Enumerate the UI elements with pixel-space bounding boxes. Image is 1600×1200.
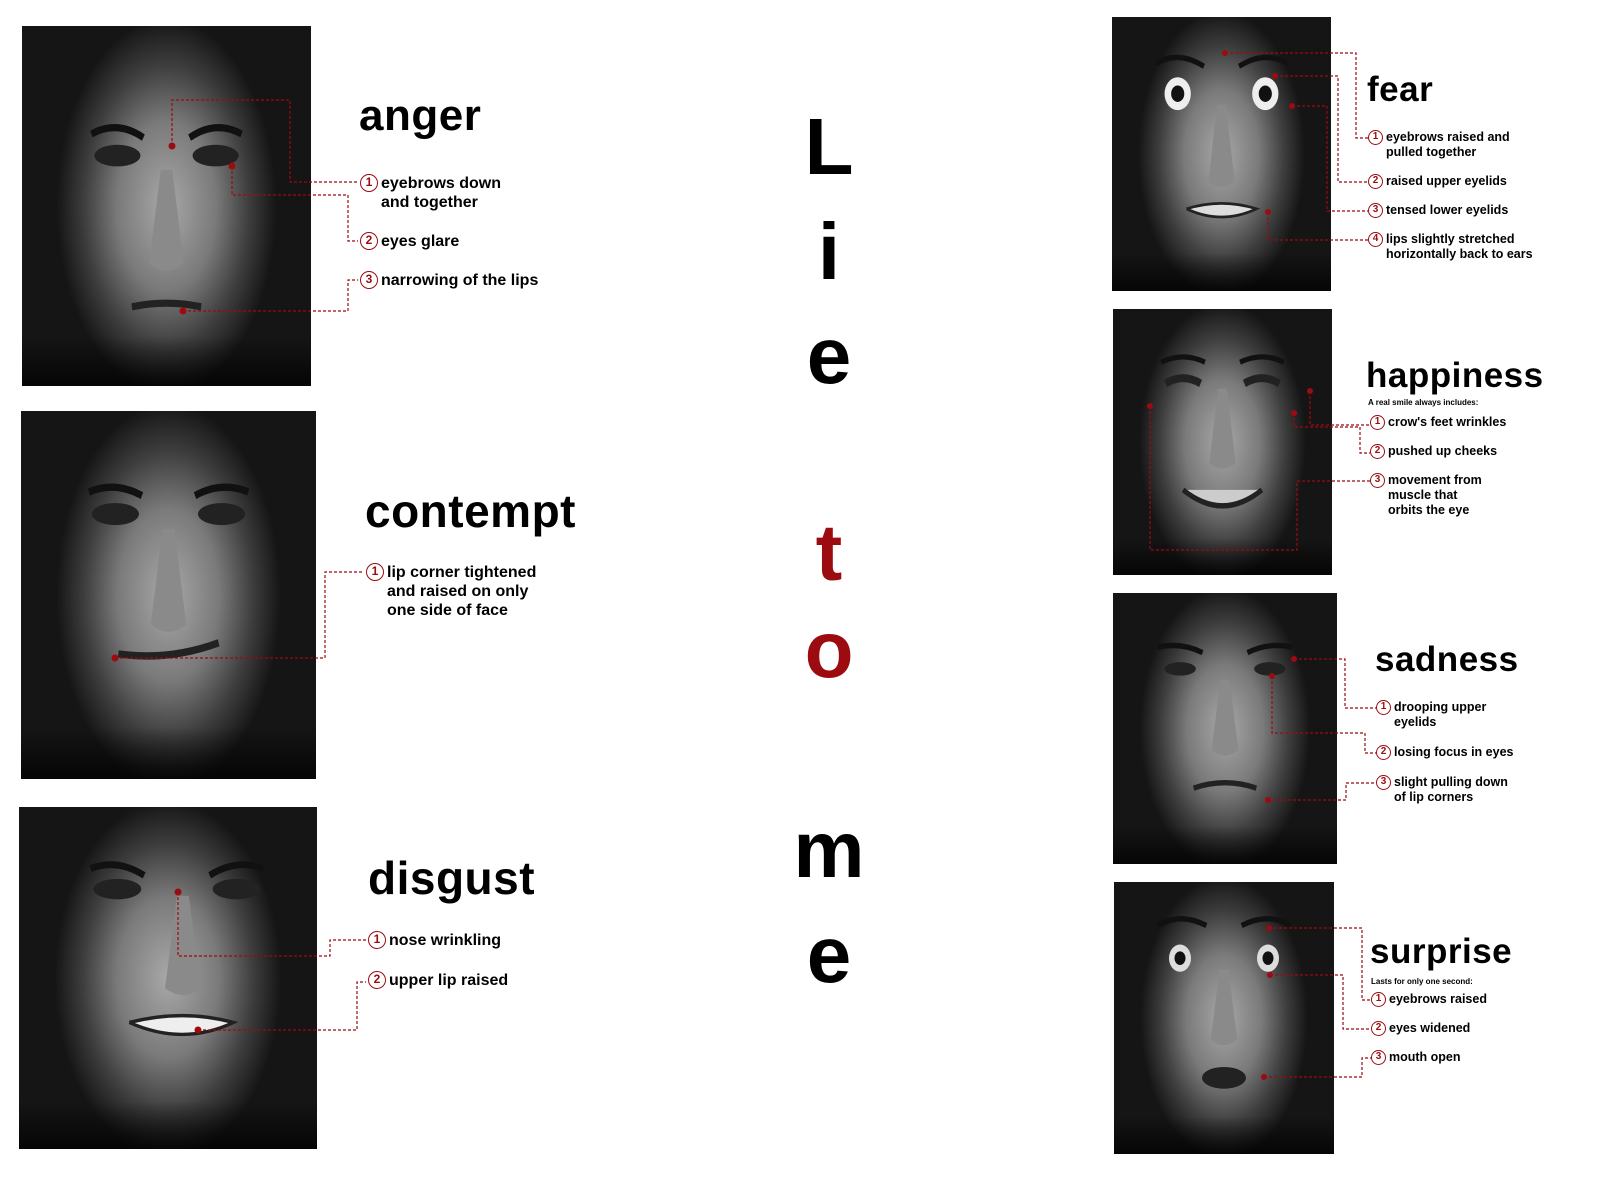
anger-item-1: 1 eyebrows down and together xyxy=(360,174,511,212)
anger-item-2: 2 eyes glare xyxy=(360,232,459,251)
fear-face-photo xyxy=(1112,17,1331,291)
number-badge: 2 xyxy=(1370,444,1385,459)
sadness-face-photo xyxy=(1113,593,1337,864)
sadness-item-1: 1 drooping upper eyelids xyxy=(1376,700,1494,730)
number-badge: 2 xyxy=(1368,174,1383,189)
number-badge: 3 xyxy=(360,271,378,289)
fear-item-3: 3 tensed lower eyelids xyxy=(1368,203,1508,218)
number-badge: 3 xyxy=(1368,203,1383,218)
number-badge: 3 xyxy=(1376,775,1391,790)
sadness-item-text: slight pulling down of lip corners xyxy=(1394,775,1508,804)
center-title-letter-e: e xyxy=(806,311,852,400)
contempt-title: contempt xyxy=(365,485,576,537)
sadness-item-3: 3 slight pulling down of lip corners xyxy=(1376,775,1514,805)
fear-item-1: 1 eyebrows raised and pulled together xyxy=(1368,130,1516,160)
number-badge: 1 xyxy=(1370,415,1385,430)
fear-item-text: raised upper eyelids xyxy=(1386,174,1507,188)
number-badge: 1 xyxy=(1376,700,1391,715)
disgust-item-text: nose wrinkling xyxy=(389,932,502,949)
happiness-item-1: 1 crow's feet wrinkles xyxy=(1370,415,1506,430)
number-badge: 1 xyxy=(368,931,386,949)
number-badge: 1 xyxy=(366,563,384,581)
number-badge: 1 xyxy=(1368,130,1383,145)
center-title-letter-t: t xyxy=(815,508,843,597)
number-badge: 2 xyxy=(1376,745,1391,760)
sadness-title: sadness xyxy=(1375,640,1519,679)
disgust-item-text: upper lip raised xyxy=(389,972,509,989)
center-title-letter-i: i xyxy=(817,207,841,296)
anger-title: anger xyxy=(359,91,482,140)
disgust-item-2: 2 upper lip raised xyxy=(368,971,508,990)
disgust-item-1: 1 nose wrinkling xyxy=(368,931,501,950)
number-badge: 1 xyxy=(1371,992,1386,1007)
disgust-title: disgust xyxy=(368,852,536,904)
sadness-item-2: 2 losing focus in eyes xyxy=(1376,745,1513,760)
contempt-item-1: 1 lip corner tightened and raised on only… xyxy=(366,563,547,621)
happiness-face-photo xyxy=(1113,309,1332,575)
surprise-item-2: 2 eyes widened xyxy=(1371,1021,1470,1036)
happiness-item-text: movement from muscle that orbits the eye xyxy=(1388,473,1482,517)
center-title-letter-o: o xyxy=(804,605,854,694)
number-badge: 3 xyxy=(1370,473,1385,488)
anger-item-3: 3 narrowing of the lips xyxy=(360,271,538,290)
surprise-item-text: eyebrows raised xyxy=(1389,992,1487,1006)
number-badge: 3 xyxy=(1371,1050,1386,1065)
surprise-item-1: 1 eyebrows raised xyxy=(1371,992,1487,1007)
center-title-letter-L: L xyxy=(804,102,854,191)
fear-item-text: tensed lower eyelids xyxy=(1386,203,1509,217)
anger-item-text: narrowing of the lips xyxy=(381,272,539,289)
surprise-item-text: mouth open xyxy=(1389,1050,1461,1064)
happiness-item-text: crow's feet wrinkles xyxy=(1388,415,1507,429)
contempt-face-photo xyxy=(21,411,316,779)
sadness-item-text: losing focus in eyes xyxy=(1394,745,1514,759)
surprise-subtitle: Lasts for only one second: xyxy=(1371,977,1473,986)
fear-title: fear xyxy=(1367,70,1434,109)
number-badge: 4 xyxy=(1368,232,1383,247)
surprise-face-photo xyxy=(1114,882,1334,1154)
number-badge: 1 xyxy=(360,174,378,192)
number-badge: 2 xyxy=(360,232,378,250)
happiness-item-2: 2 pushed up cheeks xyxy=(1370,444,1497,459)
fear-item-2: 2 raised upper eyelids xyxy=(1368,174,1507,189)
disgust-face-photo xyxy=(19,807,317,1149)
center-title-letter-m: m xyxy=(793,805,865,894)
fear-item-text: eyebrows raised and pulled together xyxy=(1386,130,1510,159)
fear-item-text: lips slightly stretched horizontally bac… xyxy=(1386,232,1533,261)
number-badge: 2 xyxy=(368,971,386,989)
number-badge: 2 xyxy=(1371,1021,1386,1036)
happiness-item-3: 3 movement from muscle that orbits the ey… xyxy=(1370,473,1488,518)
anger-item-text: eyebrows down and together xyxy=(381,175,502,212)
happiness-title: happiness xyxy=(1366,356,1544,395)
surprise-item-text: eyes widened xyxy=(1389,1021,1471,1035)
happiness-item-text: pushed up cheeks xyxy=(1388,444,1498,458)
fear-item-4: 4 lips slightly stretched horizontally ba… xyxy=(1368,232,1546,262)
surprise-title: surprise xyxy=(1370,932,1513,971)
contempt-item-text: lip corner tightened and raised on only … xyxy=(387,564,537,620)
surprise-item-3: 3 mouth open xyxy=(1371,1050,1461,1065)
happiness-subtitle: A real smile always includes: xyxy=(1368,398,1479,407)
anger-item-text: eyes glare xyxy=(381,233,460,250)
center-title-letter-e2: e xyxy=(806,910,852,999)
sadness-item-text: drooping upper eyelids xyxy=(1394,700,1487,729)
anger-face-photo xyxy=(22,26,311,386)
